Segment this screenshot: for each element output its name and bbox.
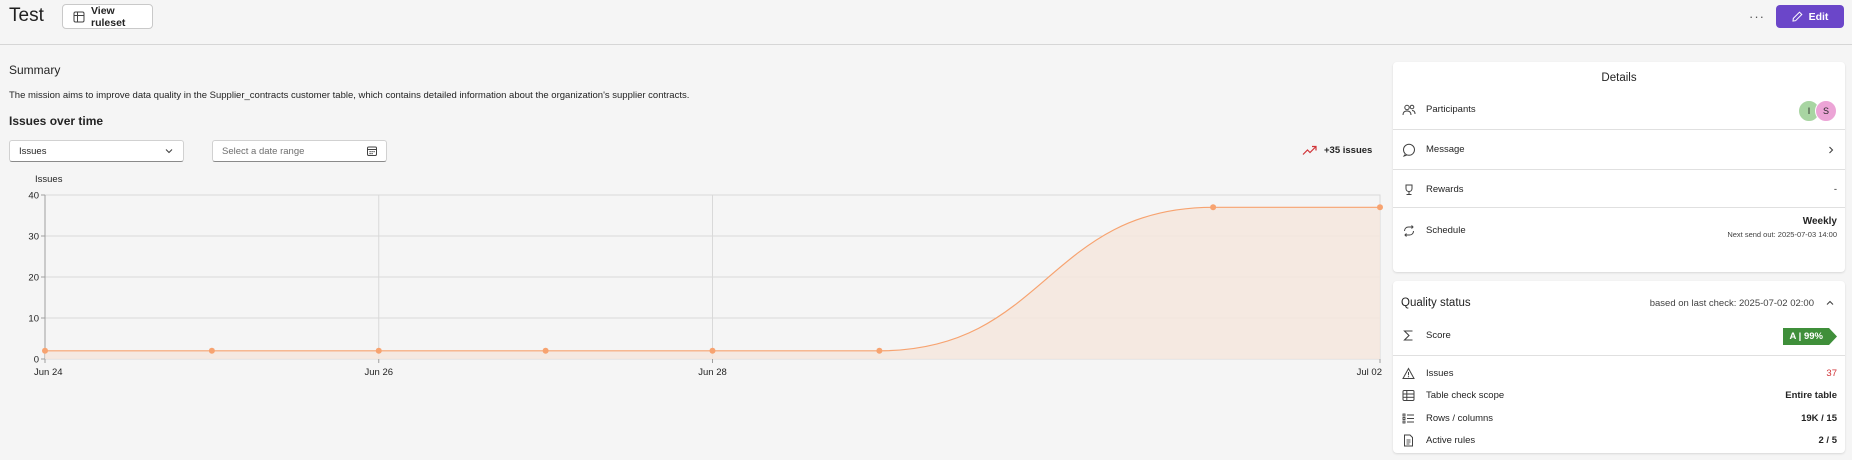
list-icon [1402,413,1414,424]
table-check-scope-label: Table check scope [1426,390,1505,401]
y-tick-label: 20 [28,273,39,284]
y-tick-label: 10 [28,314,39,325]
page-header: Test View ruleset ··· Edit [0,0,1852,45]
chevron-right-icon [1829,146,1834,154]
data-point [1377,204,1383,211]
trophy-icon [1405,184,1413,195]
trend-label: +35 issues [1324,145,1373,156]
warning-icon [1402,367,1415,379]
active-rules-label: Active rules [1426,435,1476,446]
edit-button[interactable]: Edit [1776,5,1844,28]
participants-row: Participants IS [1393,90,1845,130]
rows-columns-row: Rows / columns 19K / 15 [1393,408,1845,430]
data-point [1210,204,1217,211]
summary-text: The mission aims to improve data quality… [9,90,690,101]
data-point [876,347,883,354]
last-check-text: based on last check: 2025-07-02 02:00 [1649,298,1814,309]
score-badge: A | 99% [1783,328,1837,345]
table-icon [73,11,85,22]
chart-y-axis-label: Issues [35,174,63,185]
y-tick-label: 30 [28,232,39,243]
y-tick-label: 40 [28,191,39,202]
chat-icon [1402,143,1415,157]
data-point [375,347,382,354]
issues-trend: +35 issues [1302,145,1372,156]
message-row[interactable]: Message [1393,130,1845,170]
active-rules-value: 2 / 5 [1818,435,1838,446]
summary-title: Summary [9,63,61,77]
schedule-next-send: Next send out: 2025-07-03 14:00 [1727,230,1837,239]
data-point [542,347,549,354]
quality-status-card: Quality status based on last check: 2025… [1393,281,1845,453]
issues-over-time-title: Issues over time [9,114,104,128]
schedule-row: Schedule Weekly Next send out: 2025-07-0… [1393,208,1845,254]
data-point [709,347,716,354]
table-icon [1402,390,1415,401]
chevron-down-icon [165,149,173,154]
rows-columns-label: Rows / columns [1426,413,1494,424]
edit-label: Edit [1808,10,1829,23]
issues-row: Issues 37 [1393,363,1845,385]
issues-chart: 0 10 20 30 40 Jun 24 Jun 26 Jun 28 Jul 02 [28,191,1383,378]
participants-label: Participants [1426,104,1476,115]
rewards-row: Rewards - [1393,170,1845,208]
active-rules-row: Active rules 2 / 5 [1393,430,1845,452]
score-label: Score [1426,330,1451,341]
metric-select[interactable]: Issues [9,140,184,162]
pencil-icon [1792,11,1803,22]
date-range-input[interactable]: Select a date range [212,140,387,162]
trending-up-icon [1302,145,1317,155]
view-ruleset-button[interactable]: View ruleset [62,4,153,29]
schedule-label: Schedule [1426,225,1466,236]
x-tick-label: Jul 02 [1357,367,1382,378]
x-tick-label: Jun 28 [698,367,727,378]
more-options-button[interactable]: ··· [1743,4,1771,29]
details-title: Details [1601,72,1637,84]
rewards-label: Rewards [1426,184,1464,195]
view-ruleset-label: View ruleset [90,4,126,29]
rewards-value: - [1833,184,1837,195]
y-tick-label: 0 [34,355,39,366]
x-tick-label: Jun 24 [34,367,63,378]
table-check-scope-row: Table check scope Entire table [1393,385,1845,407]
score-row: Score A | 99% [1393,316,1845,356]
calendar-icon [367,146,377,156]
issues-label: Issues [1426,368,1454,379]
chevron-up-icon[interactable] [1824,297,1836,309]
table-check-scope-value: Entire table [1785,390,1837,401]
repeat-icon [1404,225,1414,237]
data-point [42,347,48,354]
message-label: Message [1426,144,1465,155]
x-tick-label: Jun 26 [364,367,393,378]
people-icon [1402,104,1416,116]
details-card: Details Participants IS Message Rewards … [1393,62,1845,272]
participant-avatar[interactable]: S [1815,100,1837,122]
document-icon [1404,434,1413,447]
issues-value: 37 [1826,368,1837,379]
sigma-icon [1403,330,1413,341]
rows-columns-value: 19K / 15 [1801,413,1837,424]
schedule-value: Weekly [1802,216,1837,227]
metric-select-value: Issues [19,145,47,157]
page-title: Test [9,5,44,26]
quality-status-title: Quality status [1401,297,1471,309]
data-point [208,347,215,354]
date-range-placeholder: Select a date range [222,145,305,157]
